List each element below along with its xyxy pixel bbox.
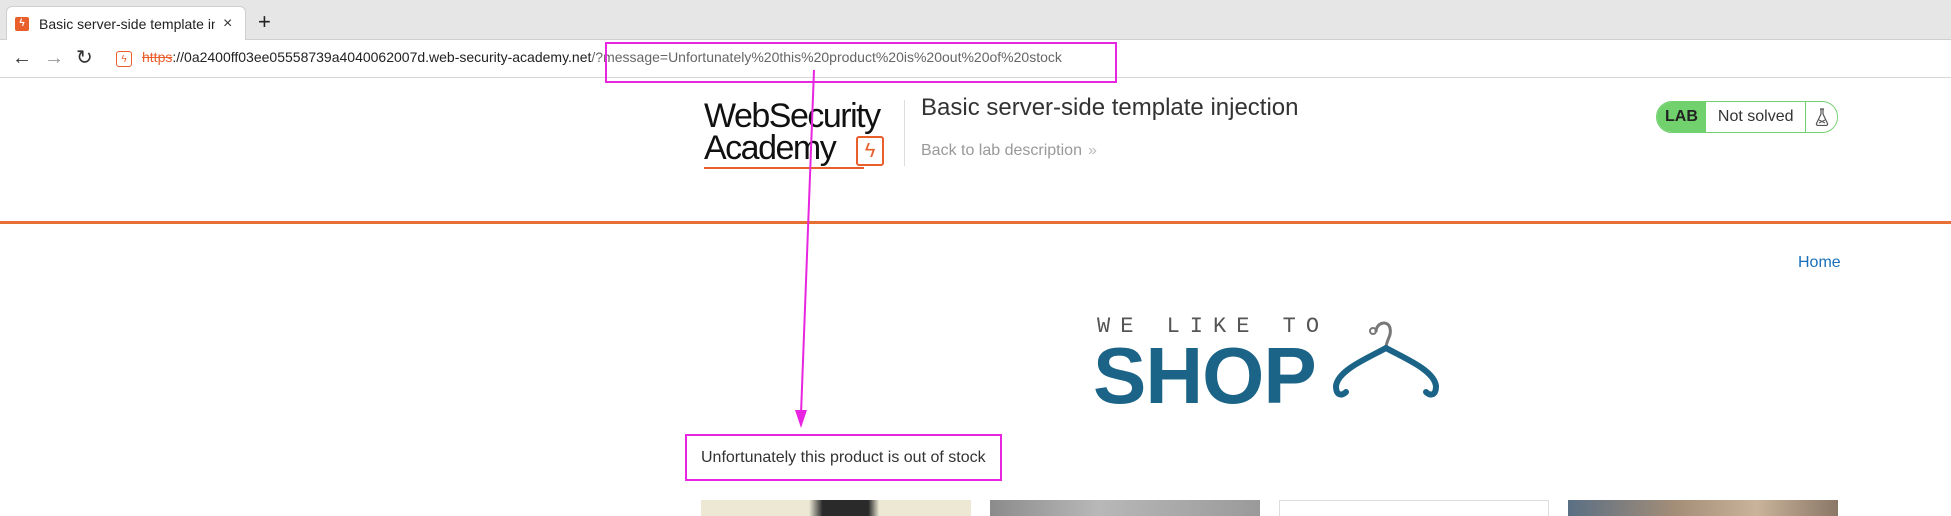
annotation-arrow	[795, 69, 815, 428]
